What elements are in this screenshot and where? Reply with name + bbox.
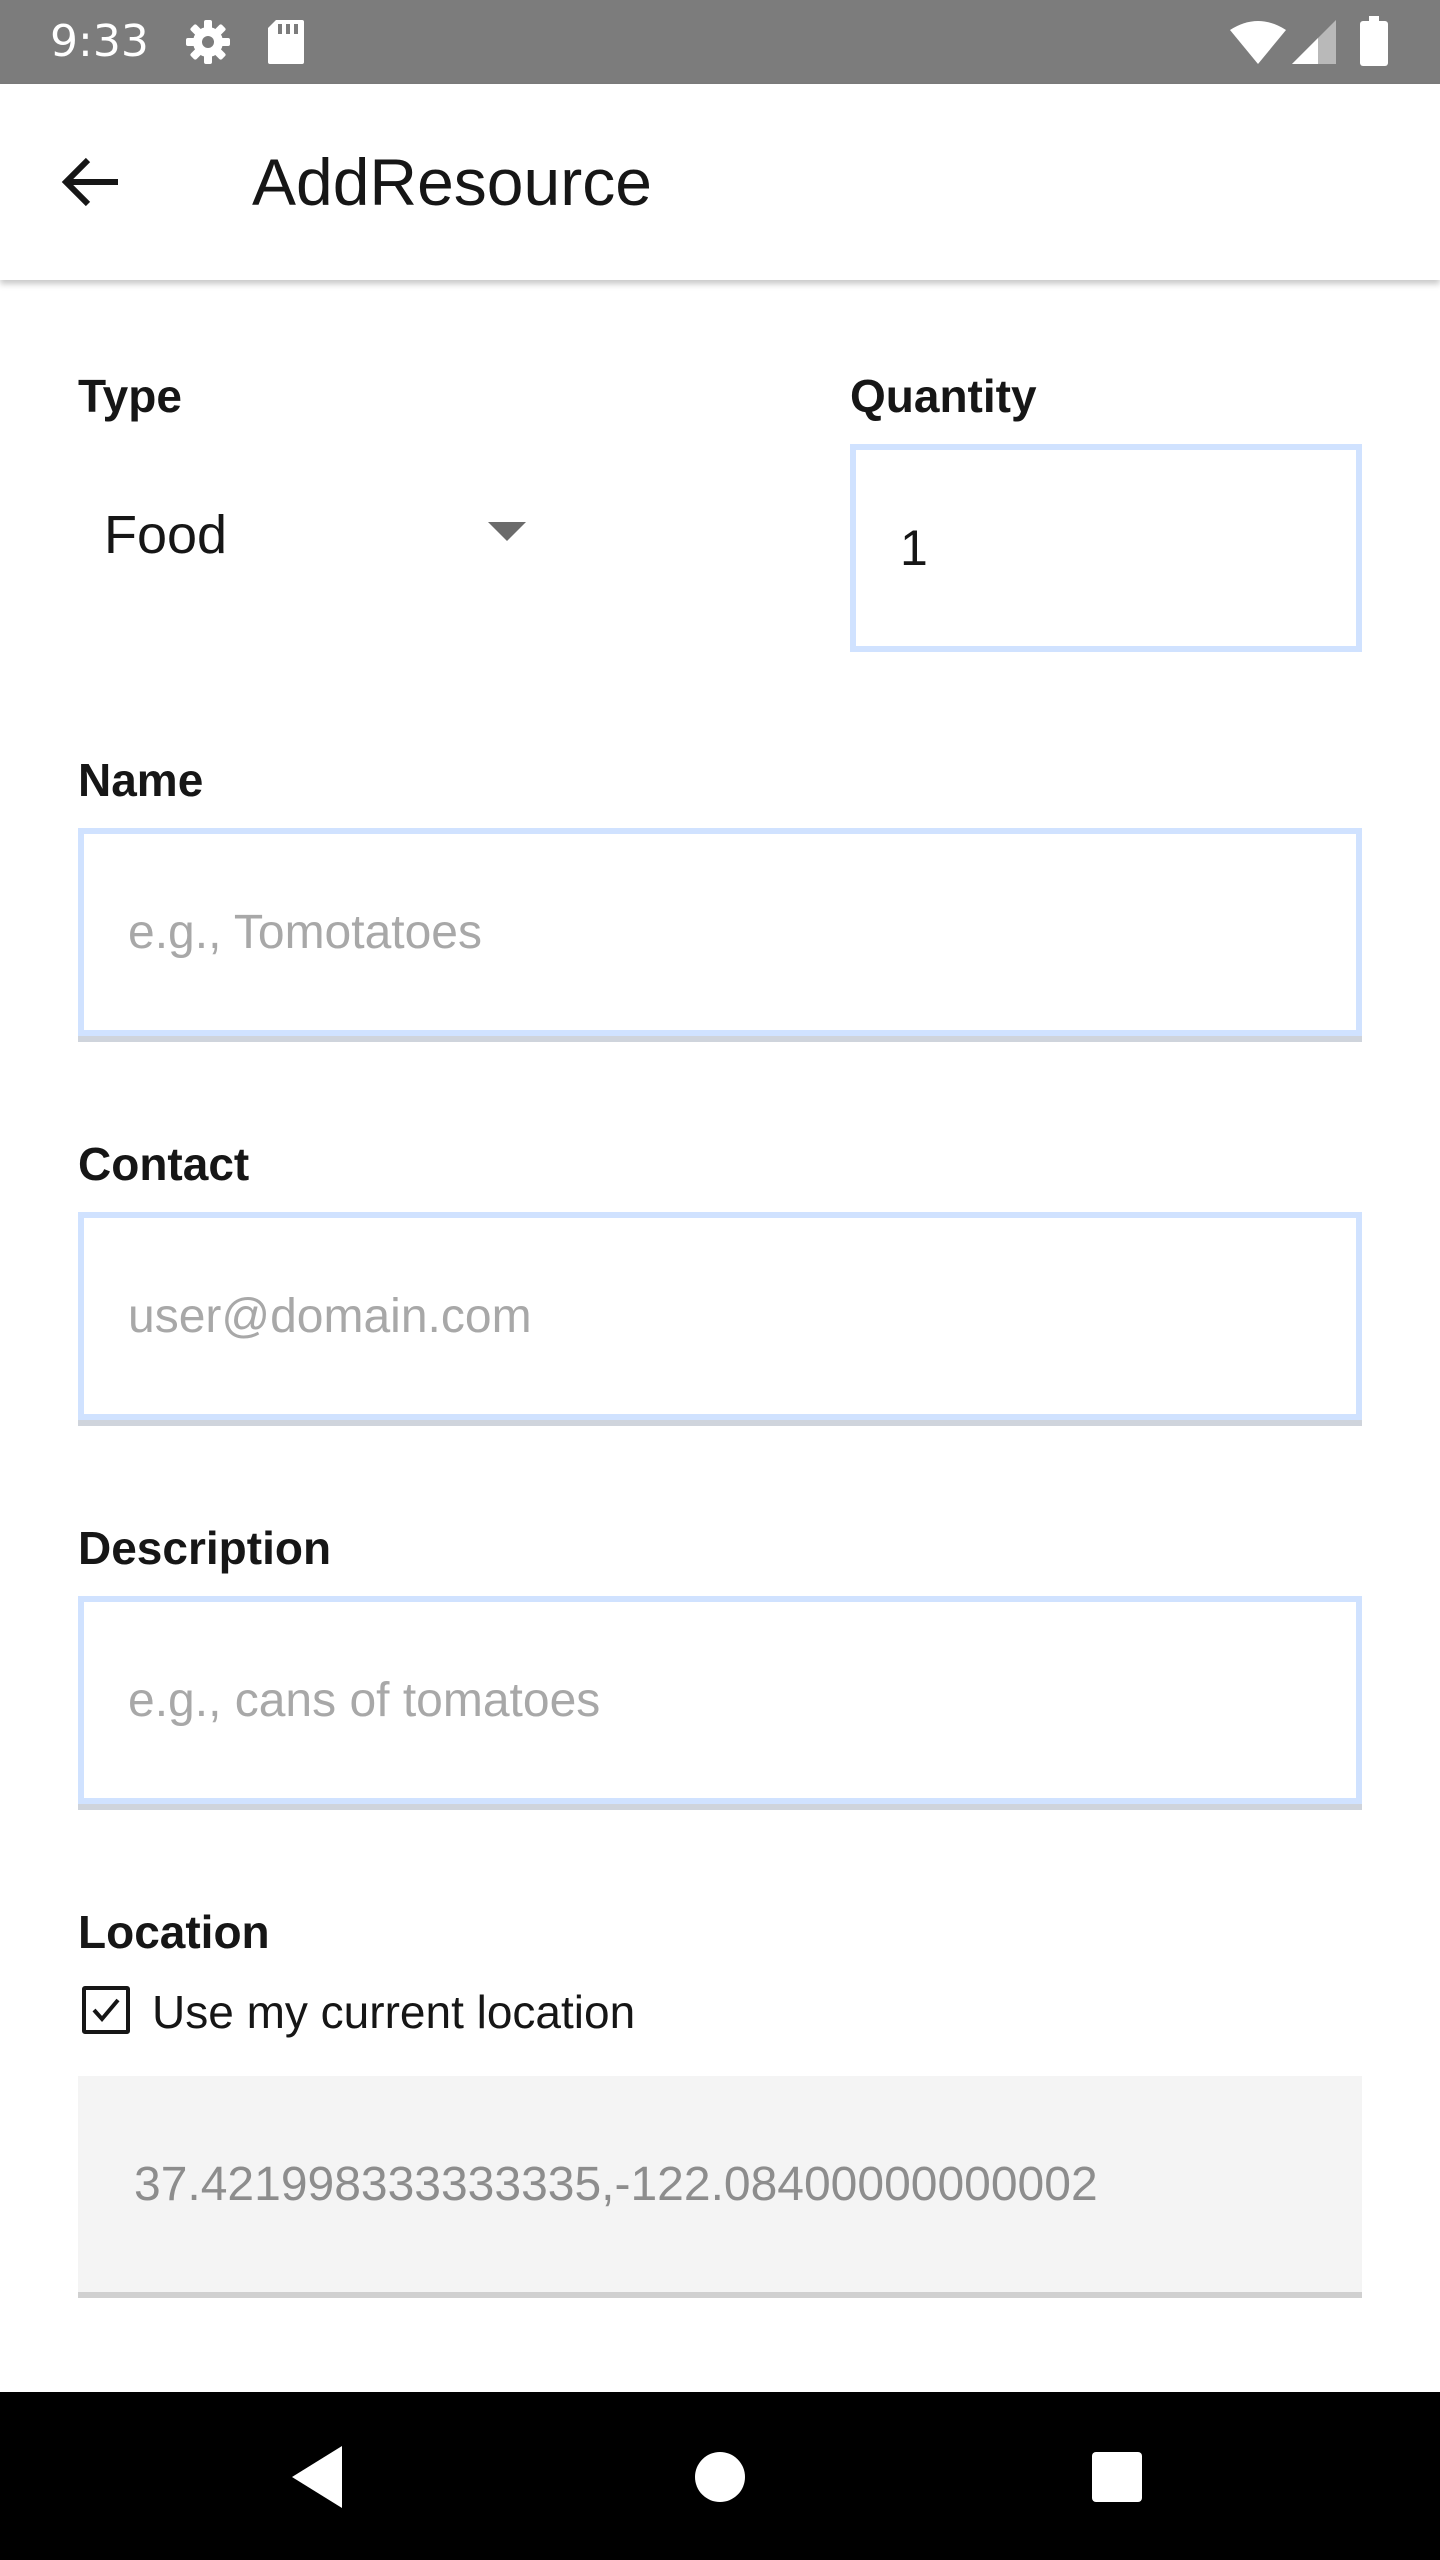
name-input[interactable]: e.g., Tomotatoes [78,828,1362,1036]
description-label: Description [78,1522,332,1574]
description-input[interactable]: e.g., cans of tomatoes [78,1596,1362,1804]
use-location-label: Use my current location [152,1986,636,2038]
home-circle-icon[interactable] [675,2432,765,2522]
caret-down-icon [488,522,526,541]
wifi-icon [1230,20,1286,69]
contact-placeholder: user@domain.com [128,1289,532,1343]
app-bar: AddResource [0,84,1440,280]
quantity-value: 1 [900,520,928,576]
location-input: 37.421998333333335,-122.08400000000002 [78,2076,1362,2292]
location-label: Location [78,1906,270,1958]
location-value: 37.421998333333335,-122.08400000000002 [134,2157,1098,2211]
gear-icon [184,18,232,71]
quantity-input[interactable]: 1 [850,444,1362,652]
signal-icon [1292,20,1336,69]
status-time: 9:33 [50,16,149,67]
contact-input[interactable]: user@domain.com [78,1212,1362,1420]
back-triangle-icon[interactable] [272,2432,362,2522]
contact-label: Contact [78,1138,250,1190]
checkmark-icon [92,1998,120,2023]
name-label: Name [78,754,204,806]
type-label: Type [78,370,182,422]
arrow-left-icon [52,157,132,226]
name-placeholder: e.g., Tomotatoes [128,905,482,959]
system-nav-bar [0,2392,1440,2560]
type-select[interactable]: Food [78,490,558,580]
status-bar: 9:33 [0,0,1440,84]
type-select-value: Food [104,505,228,565]
quantity-label: Quantity [850,370,1037,422]
use-location-checkbox[interactable] [82,1986,130,2034]
description-placeholder: e.g., cans of tomatoes [128,1673,601,1727]
recents-square-icon[interactable] [1072,2432,1162,2522]
page-title: AddResource [252,145,652,219]
battery-icon [1360,16,1388,71]
sd-card-icon [266,18,306,71]
back-button[interactable] [52,142,132,222]
